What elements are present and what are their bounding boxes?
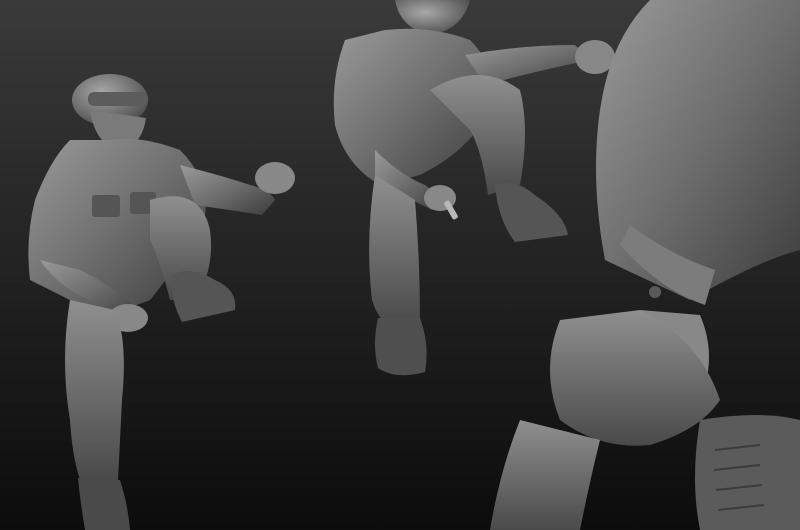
cuff-button [649,286,661,298]
raised-hand [255,162,295,194]
chest-pocket [92,195,120,217]
jacket [596,0,800,300]
sculpt-viewport [0,0,800,530]
goggles [88,92,148,106]
standing-leg [65,300,124,480]
raised-hand [575,40,615,74]
boot [695,415,800,530]
sculpt-render [0,0,800,530]
boot [375,318,427,376]
